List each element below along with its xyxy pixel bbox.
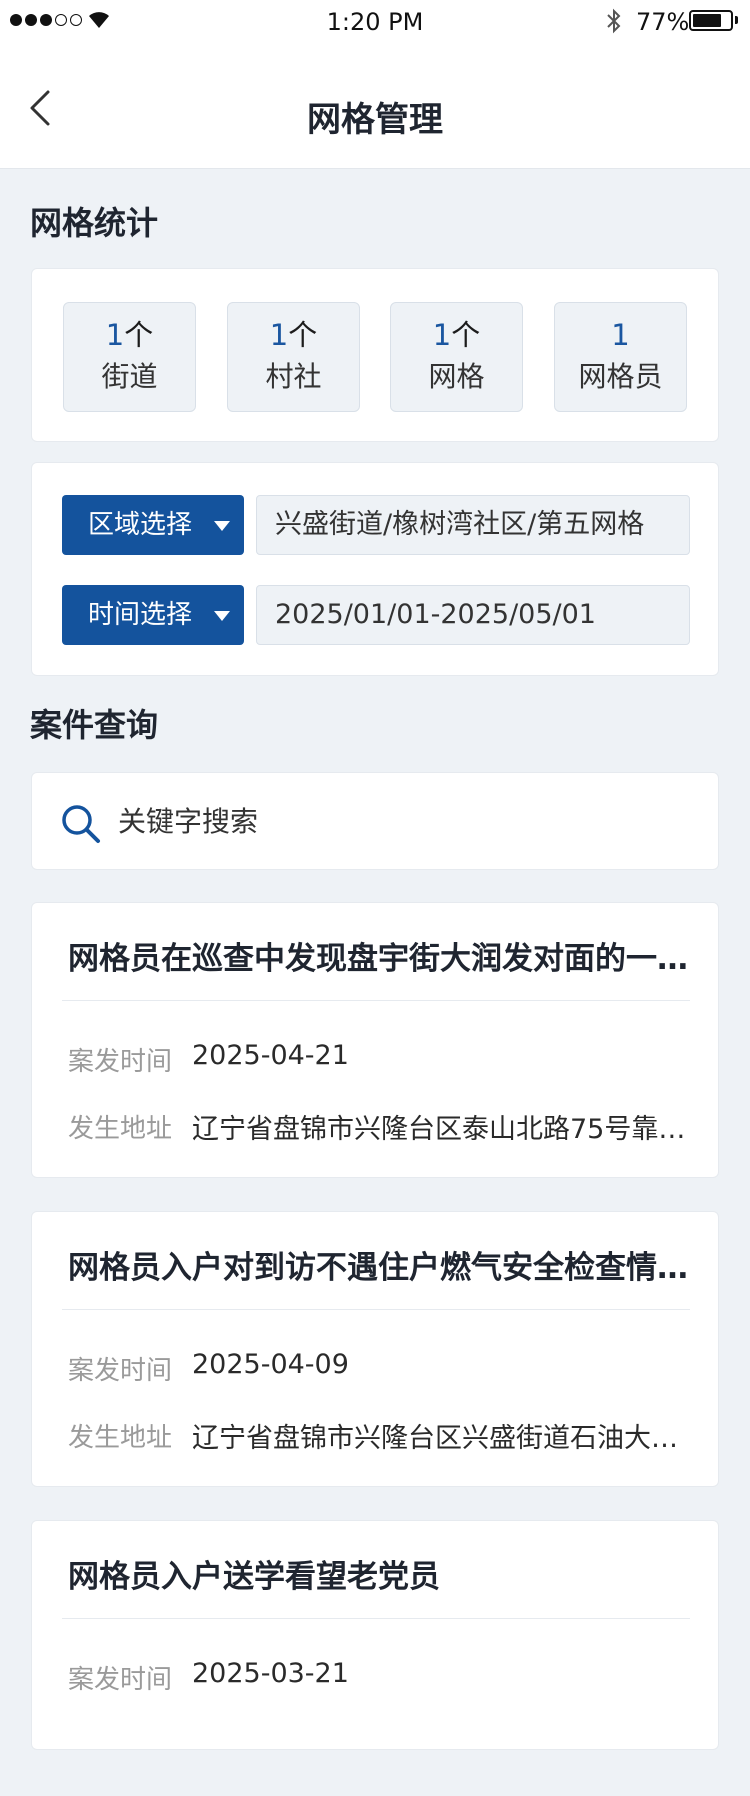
battery-percent: 77% — [636, 8, 690, 36]
stat-street[interactable]: 1个 街道 — [63, 302, 196, 412]
page-title: 网格管理 — [307, 100, 443, 140]
case-card[interactable]: 网格员入户送学看望老党员 案发时间 2025-03-21 — [31, 1520, 719, 1750]
stat-grid[interactable]: 1个 网格 — [390, 302, 523, 412]
case-time-value: 2025-04-09 — [192, 1349, 349, 1380]
stat-value: 1个 — [269, 318, 318, 352]
battery-icon — [689, 10, 733, 31]
case-address-value: 辽宁省盘锦市兴隆台区兴盛街道石油大街橡树湾小区 — [192, 1423, 692, 1454]
cases-section-title: 案件查询 — [30, 706, 159, 744]
caret-down-icon — [214, 521, 230, 531]
divider — [62, 1000, 690, 1001]
time-select-button[interactable]: 时间选择 — [62, 585, 244, 645]
case-time-value: 2025-04-21 — [192, 1040, 349, 1071]
stat-label: 街道 — [101, 360, 158, 393]
status-bar: 1:20 PM 77% — [0, 0, 750, 42]
time-value-field[interactable]: 2025/01/01-2025/05/01 — [256, 585, 690, 645]
stat-label: 村社 — [265, 360, 322, 393]
case-title: 网格员在巡查中发现盘宇街大润发对面的一处路灯损坏 — [68, 941, 688, 977]
stats-section-title: 网格统计 — [30, 204, 159, 242]
case-time-label: 案发时间 — [68, 1356, 173, 1386]
battery-cap — [735, 16, 738, 24]
stat-village[interactable]: 1个 村社 — [227, 302, 360, 412]
case-time-label: 案发时间 — [68, 1047, 173, 1077]
case-address-value: 辽宁省盘锦市兴隆台区泰山北路75号靠近大润发超市 — [192, 1114, 692, 1145]
case-address-label: 发生地址 — [68, 1114, 173, 1144]
case-title: 网格员入户对到访不遇住户燃气安全检查情况进行登记 — [68, 1250, 688, 1286]
stat-value: 1 — [611, 318, 630, 352]
divider — [62, 1309, 690, 1310]
stat-label: 网格 — [428, 360, 485, 393]
case-title: 网格员入户送学看望老党员 — [68, 1559, 440, 1595]
region-value-field[interactable]: 兴盛街道/橡树湾社区/第五网格 — [256, 495, 690, 555]
stats-card: 1个 街道 1个 村社 1个 网格 1 网格员 — [31, 268, 719, 442]
bluetooth-icon — [607, 8, 621, 34]
stat-value: 1个 — [105, 318, 154, 352]
time-select-label: 时间选择 — [88, 600, 193, 630]
case-time-value: 2025-03-21 — [192, 1658, 349, 1689]
stat-label: 网格员 — [578, 360, 663, 393]
nav-bar: 网格管理 — [0, 42, 750, 169]
caret-down-icon — [214, 611, 230, 621]
region-select-label: 区域选择 — [88, 510, 193, 540]
stat-grid-member[interactable]: 1 网格员 — [554, 302, 687, 412]
region-select-button[interactable]: 区域选择 — [62, 495, 244, 555]
search-input[interactable] — [118, 791, 678, 851]
stat-value: 1个 — [432, 318, 481, 352]
case-time-label: 案发时间 — [68, 1665, 173, 1695]
search-icon — [62, 805, 100, 843]
case-card[interactable]: 网格员入户对到访不遇住户燃气安全检查情况进行登记 案发时间 2025-04-09… — [31, 1211, 719, 1487]
divider — [62, 1618, 690, 1619]
search-bar — [31, 772, 719, 870]
case-card[interactable]: 网格员在巡查中发现盘宇街大润发对面的一处路灯损坏 案发时间 2025-04-21… — [31, 902, 719, 1178]
filter-card: 区域选择 兴盛街道/橡树湾社区/第五网格 时间选择 2025/01/01-202… — [31, 462, 719, 676]
case-address-label: 发生地址 — [68, 1423, 173, 1453]
